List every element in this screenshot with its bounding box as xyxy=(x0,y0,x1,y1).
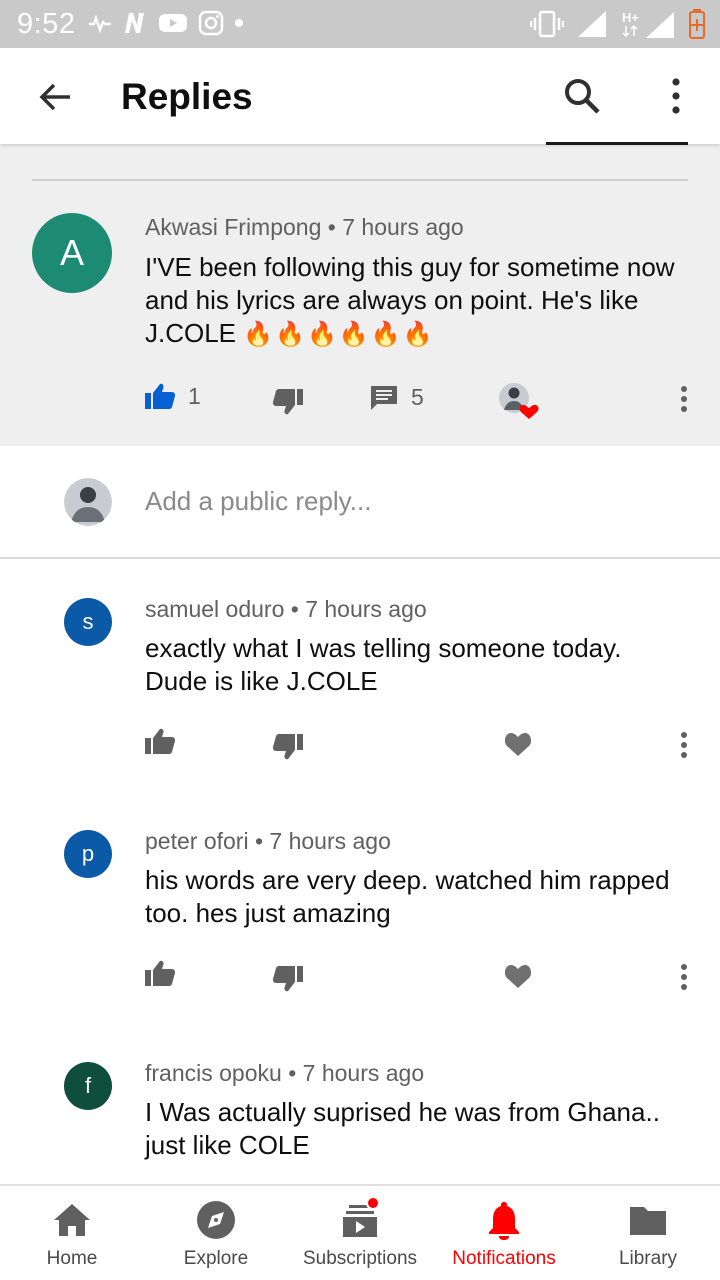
avatar[interactable]: A xyxy=(32,213,112,293)
comment-text: exactly what I was telling someone today… xyxy=(145,633,622,696)
creator-heart-button[interactable] xyxy=(498,382,542,422)
explore-icon xyxy=(197,1201,235,1239)
comment-author[interactable]: francis opoku xyxy=(145,1060,282,1086)
meta-separator: • xyxy=(327,214,343,240)
dislike-button[interactable] xyxy=(272,388,304,416)
comment-meta: peter ofori • 7 hours ago xyxy=(145,828,391,855)
divider xyxy=(32,179,688,181)
status-time: 9:52 xyxy=(17,8,76,40)
thumb-up-icon[interactable] xyxy=(144,959,176,987)
nav-label: Notifications xyxy=(452,1248,556,1269)
bottom-navigation: Home Explore Subscriptions Notifications… xyxy=(0,1184,720,1280)
library-icon xyxy=(630,1207,666,1235)
svg-text:H+: H+ xyxy=(622,10,639,25)
reply-item: s samuel oduro • 7 hours ago exactly wha… xyxy=(0,590,720,790)
signal-icon xyxy=(578,11,606,37)
nav-label: Subscriptions xyxy=(302,1248,418,1269)
heart-icon[interactable] xyxy=(504,731,532,757)
nav-label: Explore xyxy=(183,1248,249,1269)
search-icon[interactable] xyxy=(558,72,606,120)
comment-meta: francis opoku • 7 hours ago xyxy=(145,1060,424,1087)
notification-dot xyxy=(366,1196,380,1210)
comment-icon xyxy=(371,386,397,410)
status-system-icons: H+ xyxy=(530,8,706,40)
comment-text: I Was actually suprised he was from Ghan… xyxy=(145,1097,660,1160)
comment-text: I'VE been following this guy for sometim… xyxy=(145,251,705,351)
reply-item: p peter ofori • 7 hours ago his words ar… xyxy=(0,822,720,1022)
youtube-icon xyxy=(159,14,187,32)
home-icon xyxy=(54,1204,90,1236)
comment-time: 7 hours ago xyxy=(305,596,427,622)
comment-more-icon[interactable] xyxy=(676,730,692,760)
like-button[interactable]: 1 xyxy=(144,382,201,410)
back-arrow-icon[interactable] xyxy=(34,76,76,118)
notifications-icon xyxy=(489,1202,519,1240)
comment-author[interactable]: Akwasi Frimpong xyxy=(145,214,321,240)
comment-more-icon[interactable] xyxy=(676,962,692,992)
nav-notifications[interactable]: Notifications xyxy=(432,1186,576,1280)
meta-separator: • xyxy=(290,596,306,622)
meta-separator: • xyxy=(288,1060,303,1086)
comment-time: 7 hours ago xyxy=(302,1060,425,1086)
heart-icon[interactable] xyxy=(504,963,532,989)
nav-library[interactable]: Library xyxy=(576,1186,720,1280)
thumb-down-icon[interactable] xyxy=(272,733,304,761)
nav-label: Library xyxy=(618,1248,678,1269)
activity-icon xyxy=(89,14,111,34)
status-notification-icons xyxy=(88,10,244,36)
comment-more-icon[interactable] xyxy=(676,384,692,414)
more-vert-icon[interactable] xyxy=(660,74,692,118)
nav-home[interactable]: Home xyxy=(0,1186,144,1280)
app-n-icon xyxy=(125,13,144,33)
comment-time: 7 hours ago xyxy=(269,828,391,854)
tab-indicator xyxy=(546,142,688,145)
battery-icon xyxy=(689,9,705,39)
comment-text: his words are very deep. watched him rap… xyxy=(145,865,670,928)
reply-input[interactable]: Add a public reply... xyxy=(145,486,371,517)
vibrate-icon xyxy=(530,10,564,38)
nav-subscriptions[interactable]: Subscriptions xyxy=(288,1186,432,1280)
thumb-up-icon[interactable] xyxy=(144,727,176,755)
thumb-down-icon xyxy=(272,389,303,415)
fire-emoji: 🔥🔥🔥🔥🔥🔥 xyxy=(243,321,435,348)
comment-meta: Akwasi Frimpong • 7 hours ago xyxy=(145,214,464,241)
thumb-down-icon[interactable] xyxy=(272,965,304,993)
comment-author[interactable]: peter ofori xyxy=(145,828,249,854)
signal-hplus-icon: H+ xyxy=(622,10,674,38)
instagram-icon xyxy=(198,10,224,36)
comment-time: 7 hours ago xyxy=(342,214,464,240)
reply-count-button[interactable]: 5 xyxy=(369,382,424,412)
avatar[interactable]: s xyxy=(64,598,112,646)
like-count: 1 xyxy=(188,382,201,409)
status-bar: 9:52 H+ xyxy=(0,0,720,48)
user-avatar xyxy=(64,478,112,526)
parent-comment: A Akwasi Frimpong • 7 hours ago I'VE bee… xyxy=(0,144,720,446)
page-title: Replies xyxy=(121,76,253,117)
reply-composer: Add a public reply... xyxy=(0,446,720,559)
reply-count: 5 xyxy=(411,383,424,410)
comment-author[interactable]: samuel oduro xyxy=(145,596,284,622)
nav-label: Home xyxy=(46,1248,98,1269)
avatar[interactable]: p xyxy=(64,830,112,878)
app-bar: Replies xyxy=(0,48,720,145)
nav-explore[interactable]: Explore xyxy=(144,1186,288,1280)
meta-separator: • xyxy=(254,828,270,854)
comment-meta: samuel oduro • 7 hours ago xyxy=(145,596,427,623)
dot-icon xyxy=(235,19,243,27)
reply-item: f francis opoku • 7 hours ago I Was actu… xyxy=(0,1054,720,1182)
avatar[interactable]: f xyxy=(64,1062,112,1110)
thumb-up-filled-icon xyxy=(145,383,176,409)
creator-heart-icon xyxy=(499,383,539,419)
